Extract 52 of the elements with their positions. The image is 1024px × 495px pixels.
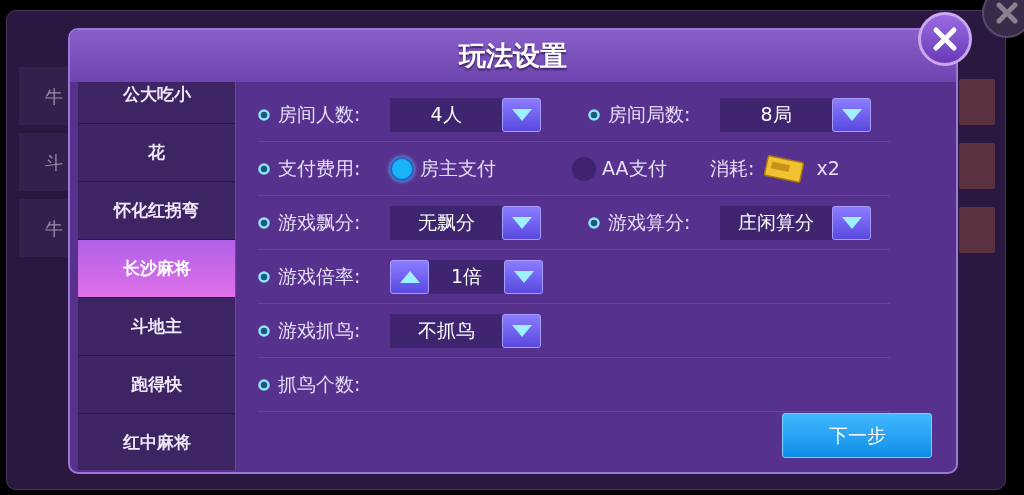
- bullet-icon: [258, 270, 270, 283]
- bullet-icon: [258, 162, 270, 175]
- radio-button[interactable]: [390, 156, 414, 181]
- bullet-icon: [588, 108, 600, 121]
- sidebar-tab[interactable]: 公大吃小: [78, 82, 235, 124]
- dropdown-button[interactable]: [502, 97, 541, 132]
- value-display: 庄闲算分: [720, 205, 832, 240]
- value-display: 无飘分: [390, 205, 502, 240]
- bullet-icon: [258, 378, 270, 391]
- background-tile: [959, 143, 995, 189]
- value-display: 8局: [720, 97, 832, 132]
- setting-label: 游戏倍率:: [278, 264, 361, 290]
- down-triangle-icon: [840, 215, 863, 230]
- background-tile: [959, 79, 995, 125]
- dropdown-button[interactable]: [504, 259, 543, 294]
- down-triangle-icon: [510, 323, 533, 338]
- bullet-icon: [258, 216, 270, 229]
- dialog-title: 玩法设置: [459, 38, 567, 73]
- close-icon: [932, 26, 958, 52]
- background-text: 牛: [45, 84, 63, 109]
- down-triangle-icon: [510, 107, 533, 122]
- bullet-icon: [258, 324, 270, 337]
- cost-label: 消耗:: [710, 156, 755, 182]
- setting-label: 抓鸟个数:: [278, 372, 361, 398]
- setting-label: 游戏飘分:: [278, 210, 361, 236]
- setting-label: 游戏抓鸟:: [278, 318, 361, 344]
- setting-label: 房间人数:: [278, 102, 361, 128]
- dropdown-button[interactable]: [832, 97, 871, 132]
- up-triangle-icon: [398, 269, 421, 284]
- down-triangle-icon: [510, 215, 533, 230]
- cost-amount: x2: [816, 156, 840, 182]
- radio-button[interactable]: [572, 156, 596, 181]
- bullet-icon: [588, 216, 600, 229]
- down-triangle-icon: [512, 269, 535, 284]
- close-icon: [996, 2, 1018, 24]
- value-display: 不抓鸟: [390, 313, 502, 348]
- increase-button[interactable]: [390, 259, 429, 294]
- setting-label: 支付费用:: [278, 156, 361, 182]
- bullet-icon: [258, 108, 270, 121]
- background-tile: [959, 207, 995, 253]
- dropdown-button[interactable]: [502, 313, 541, 348]
- value-display: 1倍: [429, 259, 504, 294]
- setting-label: 游戏算分:: [608, 210, 691, 236]
- down-triangle-icon: [840, 107, 863, 122]
- background-text: 牛: [45, 216, 63, 241]
- radio-label: 房主支付: [420, 156, 496, 182]
- dropdown-button[interactable]: [502, 205, 541, 240]
- value-display: 4人: [390, 97, 502, 132]
- radio-label: AA支付: [602, 156, 667, 182]
- setting-label: 房间局数:: [608, 102, 691, 128]
- dropdown-button[interactable]: [832, 205, 871, 240]
- background-text: 斗: [45, 150, 63, 175]
